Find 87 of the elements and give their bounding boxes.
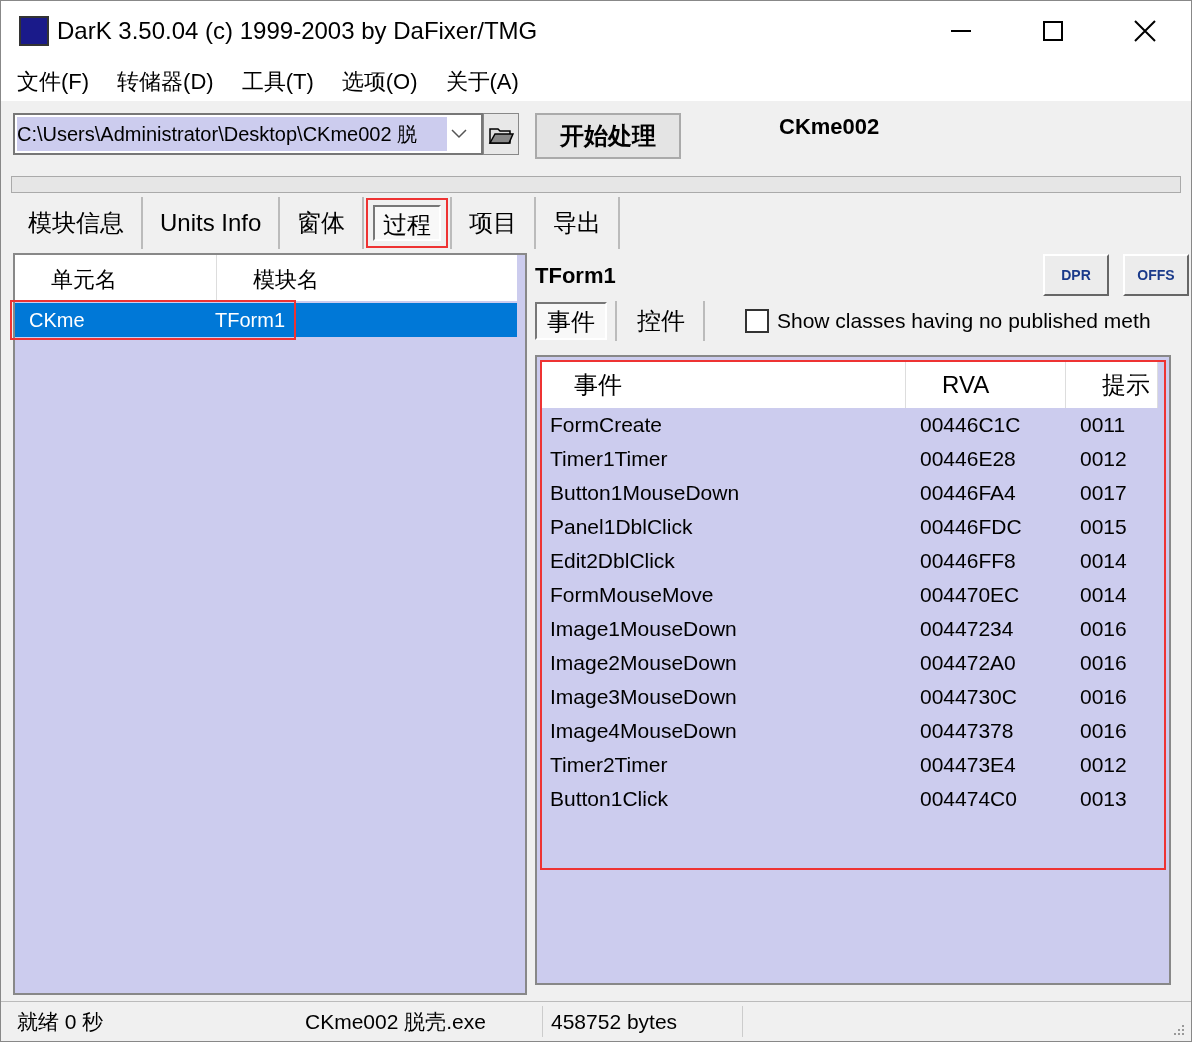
table-cell-text: Image3MouseDown [549, 684, 738, 711]
table-cell-text: 00446FDC [919, 514, 1023, 541]
menu-item[interactable]: 关于(A) [445, 64, 519, 98]
form-title: TForm1 [535, 261, 616, 290]
list-row[interactable]: Timer2Timer 004473E4 0012 [542, 748, 1164, 782]
list-row[interactable]: Button1Click 004474C0 0013 [542, 782, 1164, 816]
tab[interactable]: 控件 [627, 302, 695, 340]
minimize-icon [951, 30, 971, 32]
table-cell-text: Image1MouseDown [549, 616, 738, 643]
table-cell-text: 0014 [1079, 548, 1127, 575]
table-cell-text: 0012 [1079, 752, 1127, 779]
tab[interactable]: 模块信息 [20, 205, 132, 241]
path-combobox[interactable]: C:\Users\Administrator\Desktop\CKme002 脱 [13, 113, 483, 155]
table-cell-text: 00446FA4 [919, 480, 1017, 507]
table-cell-text: CKme [28, 308, 86, 333]
list-row[interactable]: Panel1DblClick 00446FDC 0015 [542, 510, 1164, 544]
tab[interactable]: 导出 [545, 205, 610, 241]
checkbox[interactable] [745, 309, 769, 333]
table-cell-text: 004472A0 [919, 650, 1017, 677]
table-cell-text: Timer1Timer [549, 446, 669, 473]
tab[interactable]: Units Info [152, 205, 270, 241]
table-cell-text: 0014 [1079, 582, 1127, 609]
tab[interactable]: 事件 [535, 302, 607, 340]
menu-item[interactable]: 文件(F) [17, 64, 90, 98]
list-row[interactable]: Image4MouseDown 00447378 0016 [542, 714, 1164, 748]
checkbox-label: Show classes having no published meth [777, 308, 1151, 335]
table-cell-text: 00447234 [919, 616, 1015, 643]
table-cell-text: Timer2Timer [549, 752, 669, 779]
list-row[interactable]: Button1MouseDown 00446FA4 0017 [542, 476, 1164, 510]
table-cell-text: Edit2DblClick [549, 548, 676, 575]
close-icon [1134, 20, 1156, 42]
list-row[interactable]: FormCreate 00446C1C 0011 [542, 408, 1164, 442]
column-header[interactable]: 提示 [1066, 362, 1158, 408]
table-cell-text: Button1Click [549, 786, 669, 813]
table-cell-text: 00446C1C [919, 412, 1022, 439]
table-cell-text: 00446E28 [919, 446, 1017, 473]
list-row[interactable]: Image2MouseDown 004472A0 0016 [542, 646, 1164, 680]
table-cell-text: FormCreate [549, 412, 664, 439]
start-button[interactable]: 开始处理 [535, 113, 681, 159]
list-row[interactable]: Image3MouseDown 0044730C 0016 [542, 680, 1164, 714]
maximize-icon [1043, 21, 1063, 41]
table-cell-text: 004470EC [919, 582, 1021, 609]
list-row[interactable]: FormMouseMove 004470EC 0014 [542, 578, 1164, 612]
window-title: DarK 3.50.04 (c) 1999-2003 by DaFixer/TMG [57, 16, 538, 46]
open-folder-button[interactable] [483, 113, 519, 155]
status-text: 就绪 0 秒 [16, 1008, 105, 1035]
chevron-down-icon [451, 129, 467, 139]
toolbar-button[interactable]: OFFS [1123, 254, 1189, 296]
table-cell-text: 004473E4 [919, 752, 1017, 779]
table-cell-text: 0016 [1079, 718, 1127, 745]
status-text: CKme002 脱壳.exe [301, 1005, 543, 1038]
table-cell-text: 0017 [1079, 480, 1127, 507]
table-cell-text: 0012 [1079, 446, 1127, 473]
menu-item[interactable]: 工具(T) [241, 64, 314, 98]
list-row[interactable]: Timer1Timer 00446E28 0012 [542, 442, 1164, 476]
file-label: CKme002 [779, 113, 880, 141]
tab[interactable]: 项目 [461, 205, 526, 241]
table-cell-text: Panel1DblClick [549, 514, 694, 541]
table-cell-text: 00446FF8 [919, 548, 1017, 575]
table-cell-text: 0016 [1079, 650, 1127, 677]
column-header[interactable]: 单元名 [15, 255, 217, 301]
column-header[interactable]: RVA [906, 362, 1066, 408]
table-cell-text: 0016 [1079, 684, 1127, 711]
table-cell-text: 0044730C [919, 684, 1018, 711]
table-cell-text: FormMouseMove [549, 582, 715, 609]
tab[interactable]: 过程 [373, 205, 442, 241]
table-cell-text: 00447378 [919, 718, 1015, 745]
list-row[interactable]: Image1MouseDown 00447234 0016 [542, 612, 1164, 646]
table-cell-text: Image4MouseDown [549, 718, 738, 745]
table-cell-text: 004474C0 [919, 786, 1018, 813]
tab[interactable]: 窗体 [289, 205, 354, 241]
table-cell-text: 0015 [1079, 514, 1127, 541]
status-text: 458752 bytes [543, 1005, 743, 1038]
table-cell-text: 0016 [1079, 616, 1127, 643]
table-cell-text: Button1MouseDown [549, 480, 741, 507]
list-row[interactable]: Edit2DblClick 00446FF8 0014 [542, 544, 1164, 578]
resize-grip-icon [1171, 1022, 1185, 1037]
table-cell-text: 0013 [1079, 786, 1127, 813]
table-cell-text: 0011 [1079, 412, 1126, 439]
toolbar-button[interactable]: DPR [1043, 254, 1109, 296]
menu-item[interactable]: 选项(O) [341, 64, 418, 98]
table-cell-text: Image2MouseDown [549, 650, 738, 677]
column-header[interactable]: 事件 [542, 362, 906, 408]
menu-item[interactable]: 转储器(D) [117, 64, 214, 98]
app-icon [19, 16, 49, 46]
table-cell-text: TForm1 [215, 308, 286, 333]
column-header[interactable]: 模块名 [217, 255, 319, 301]
